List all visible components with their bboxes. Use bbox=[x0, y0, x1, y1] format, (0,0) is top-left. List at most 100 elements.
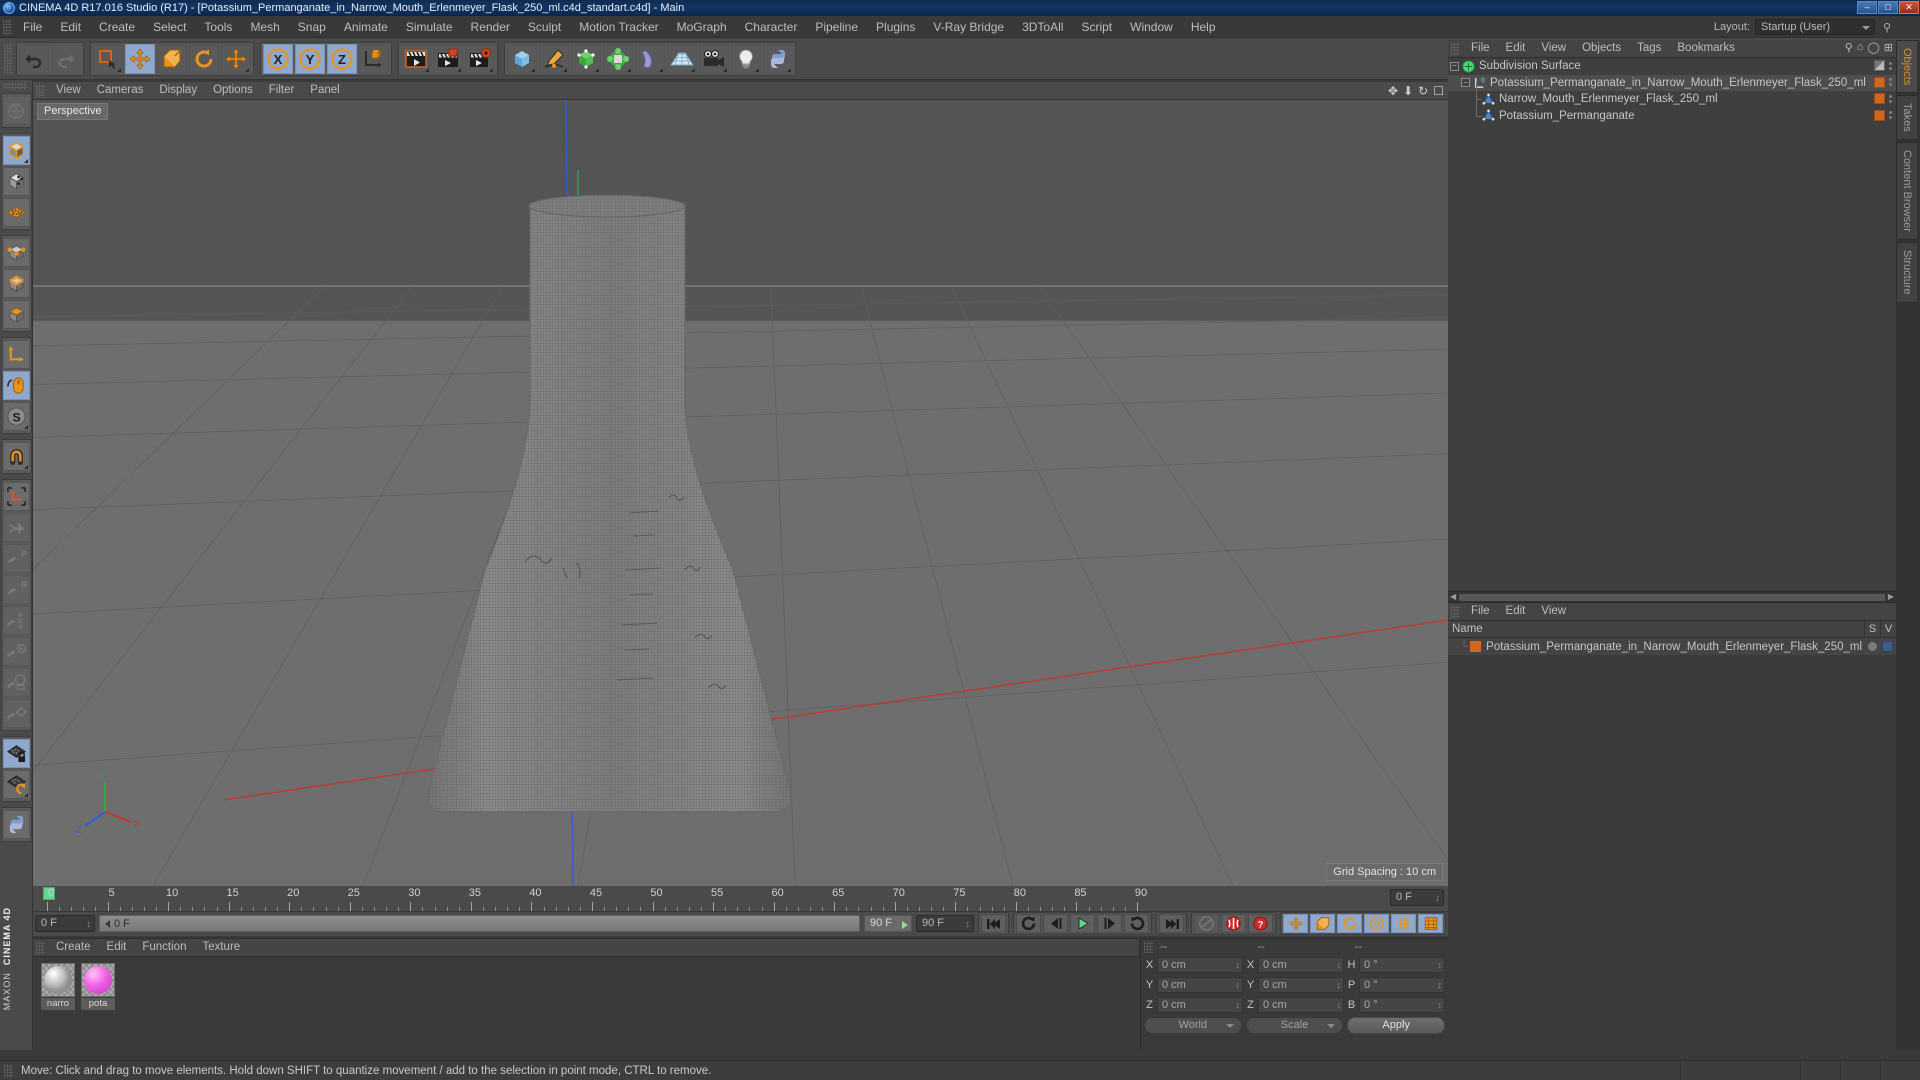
move-alt-tool[interactable] bbox=[221, 43, 251, 74]
target-lock-icon[interactable] bbox=[2, 637, 30, 666]
layer-menu-file[interactable]: File bbox=[1463, 603, 1498, 620]
filter-icon[interactable]: ◯ bbox=[1867, 41, 1879, 54]
axis-y-button[interactable]: Y bbox=[295, 43, 325, 74]
coordinate-system-dropdown[interactable]: World bbox=[1144, 1016, 1242, 1034]
menu-tools[interactable]: Tools bbox=[195, 17, 241, 37]
material-menu-create[interactable]: Create bbox=[48, 939, 99, 956]
material-preview[interactable] bbox=[81, 963, 115, 997]
cube-primitive-button[interactable] bbox=[507, 43, 537, 74]
material-tag-icon[interactable] bbox=[1874, 93, 1885, 104]
close-button[interactable]: ✕ bbox=[1899, 1, 1919, 14]
timeline-frame-field[interactable]: 0 F bbox=[1390, 889, 1444, 906]
workplane-align-icon[interactable] bbox=[2, 699, 30, 728]
python-script-button[interactable] bbox=[763, 43, 793, 74]
size-z-field[interactable]: 0 cm bbox=[1258, 997, 1344, 1013]
workplane-rotate-icon[interactable] bbox=[2, 770, 30, 799]
menu-select[interactable]: Select bbox=[144, 17, 195, 37]
viewport-menu-view[interactable]: View bbox=[48, 82, 89, 99]
material-menu-function[interactable]: Function bbox=[134, 939, 194, 956]
menu-window[interactable]: Window bbox=[1121, 17, 1182, 37]
search-icon[interactable]: ⚲ bbox=[1880, 20, 1894, 34]
menu-v-ray-bridge[interactable]: V-Ray Bridge bbox=[924, 17, 1013, 37]
object-tree[interactable]: − Subdivision Surface −0 Potassium_Permanga… bbox=[1448, 58, 1896, 603]
object-row[interactable]: Potassium_Permanganate bbox=[1448, 99, 1896, 125]
position-y-field[interactable]: 0 cm bbox=[1157, 977, 1243, 993]
preview-range-end-field[interactable]: 90 F bbox=[864, 915, 912, 932]
menu-motion-tracker[interactable]: Motion Tracker bbox=[570, 17, 667, 37]
display-tag-icon[interactable] bbox=[1874, 60, 1885, 71]
vertical-tab-content-browser[interactable]: Content Browser bbox=[1896, 142, 1917, 240]
menu-create[interactable]: Create bbox=[90, 17, 144, 37]
go-to-start-button[interactable] bbox=[981, 914, 1006, 933]
material-menu-texture[interactable]: Texture bbox=[194, 939, 248, 956]
size-y-field[interactable]: 0 cm bbox=[1258, 977, 1344, 993]
world-object-coordinate-button[interactable] bbox=[359, 43, 389, 74]
play-button[interactable] bbox=[1070, 914, 1095, 933]
light-button[interactable] bbox=[731, 43, 761, 74]
rotation-p-field[interactable]: 0 ° bbox=[1359, 977, 1445, 993]
record-scale-button[interactable] bbox=[1310, 914, 1335, 933]
layer-menu-view[interactable]: View bbox=[1533, 603, 1574, 620]
object-menu-objects[interactable]: Objects bbox=[1574, 40, 1629, 57]
visibility-dots[interactable] bbox=[1889, 111, 1892, 119]
axis-x-button[interactable]: X bbox=[263, 43, 293, 74]
axis-z-button[interactable]: Z bbox=[327, 43, 357, 74]
position-lock-icon[interactable]: P bbox=[2, 544, 30, 573]
scroll-right-arrow[interactable]: ▶ bbox=[1888, 593, 1894, 601]
record-pla-button[interactable] bbox=[1391, 914, 1416, 933]
vertical-tab-takes[interactable]: Takes bbox=[1896, 95, 1917, 141]
vertical-tab-objects[interactable]: Objects bbox=[1896, 40, 1917, 94]
live-selection-tool[interactable] bbox=[93, 43, 123, 74]
material-manager-grip[interactable] bbox=[36, 940, 45, 955]
viewport-grip[interactable] bbox=[36, 83, 45, 98]
object-menu-bookmarks[interactable]: Bookmarks bbox=[1669, 40, 1743, 57]
polygon-mode-icon[interactable] bbox=[2, 300, 30, 329]
record-position-button[interactable] bbox=[1283, 914, 1308, 933]
coordinates-grip[interactable] bbox=[1144, 941, 1153, 953]
expand-collapse-icon[interactable]: − bbox=[1461, 78, 1470, 88]
object-row[interactable]: − 0 Potassium_Permanganate_in_Narrow_Mouth… bbox=[1448, 74, 1896, 91]
keyframe-selection-button[interactable]: ? bbox=[1248, 914, 1273, 933]
object-axis-mode-icon[interactable] bbox=[2, 167, 30, 196]
layer-visibility-box[interactable] bbox=[1882, 641, 1893, 652]
rotation-lock-icon[interactable]: R bbox=[2, 575, 30, 604]
timeline-toggle-button[interactable] bbox=[1418, 914, 1443, 933]
object-row[interactable]: − Subdivision Surface bbox=[1448, 58, 1896, 75]
menu-mesh[interactable]: Mesh bbox=[241, 17, 288, 37]
material-menu-edit[interactable]: Edit bbox=[99, 939, 135, 956]
pan-view-icon[interactable]: ✥ bbox=[1388, 84, 1398, 98]
menu-grip[interactable] bbox=[3, 18, 12, 35]
snap-toggle-icon[interactable]: S bbox=[2, 402, 30, 431]
menu-script[interactable]: Script bbox=[1072, 17, 1121, 37]
step-back-button[interactable] bbox=[1043, 914, 1068, 933]
maximize-view-icon[interactable]: ☐ bbox=[1433, 84, 1444, 98]
new-layer-icon[interactable]: ⊞ bbox=[1884, 41, 1893, 54]
undo-view-icon[interactable] bbox=[2, 96, 30, 125]
psr-lock-icon[interactable]: PSR bbox=[2, 606, 30, 635]
record-rotation-button[interactable] bbox=[1337, 914, 1362, 933]
scene-grid-button[interactable] bbox=[667, 43, 697, 74]
search-icon[interactable]: ⚲ bbox=[1845, 41, 1853, 54]
render-settings-button[interactable] bbox=[465, 43, 495, 74]
object-row[interactable]: Narrow_Mouth_Erlenmeyer_Flask_250_ml bbox=[1448, 83, 1896, 108]
menu-simulate[interactable]: Simulate bbox=[397, 17, 462, 37]
render-view-button[interactable] bbox=[401, 43, 431, 74]
scroll-left-arrow[interactable]: ◀ bbox=[1450, 593, 1456, 601]
size-x-field[interactable]: 0 cm bbox=[1258, 957, 1344, 973]
layer-menu-edit[interactable]: Edit bbox=[1498, 603, 1534, 620]
menu-render[interactable]: Render bbox=[462, 17, 519, 37]
material-preview[interactable] bbox=[41, 963, 75, 997]
point-mode-icon[interactable] bbox=[2, 238, 30, 267]
object-menu-tags[interactable]: Tags bbox=[1629, 40, 1669, 57]
menu-animate[interactable]: Animate bbox=[335, 17, 397, 37]
workplane-axis-icon[interactable] bbox=[2, 482, 30, 511]
go-to-previous-key-button[interactable] bbox=[1016, 914, 1041, 933]
layer-row[interactable]: └ Potassium_Permanganate_in_Narrow_Mouth… bbox=[1448, 638, 1896, 655]
quantize-icon[interactable] bbox=[2, 668, 30, 697]
viewport-solo-icon[interactable] bbox=[2, 371, 30, 400]
visibility-dots[interactable] bbox=[1889, 94, 1892, 103]
position-x-field[interactable]: 0 cm bbox=[1157, 957, 1243, 973]
record-parameter-button[interactable]: P bbox=[1364, 914, 1389, 933]
material-item[interactable]: narro bbox=[41, 963, 75, 1010]
apply-button[interactable]: Apply bbox=[1347, 1016, 1446, 1034]
